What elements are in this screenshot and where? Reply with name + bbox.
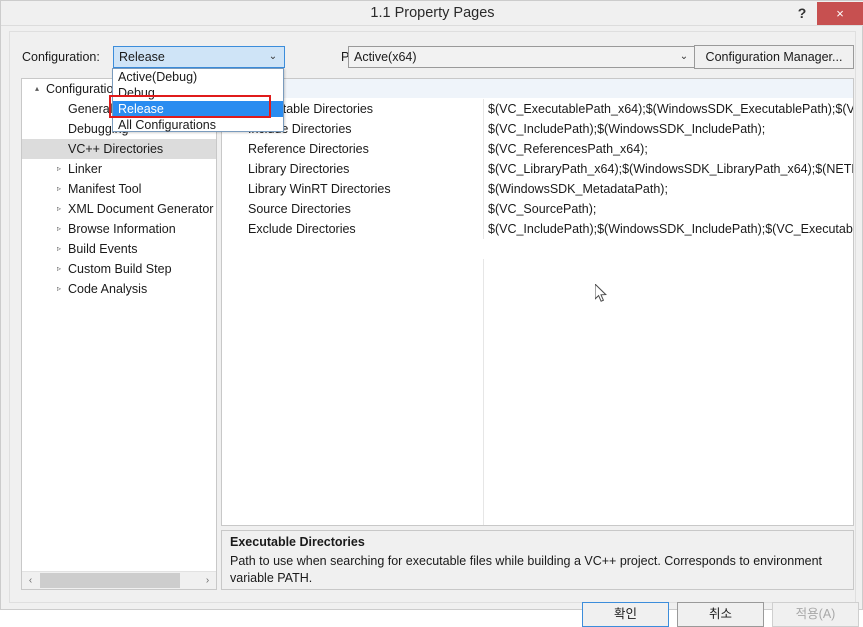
description-body: Path to use when searching for executabl… bbox=[230, 553, 842, 587]
sidebar-item-vc-directories[interactable]: VC++ Directories bbox=[22, 139, 216, 159]
grid-column-divider bbox=[483, 259, 484, 525]
sidebar-item-manifest-tool[interactable]: ▹Manifest Tool bbox=[22, 179, 216, 199]
close-icon[interactable]: × bbox=[817, 2, 863, 25]
sidebar-item-custom-build-step[interactable]: ▹Custom Build Step bbox=[22, 259, 216, 279]
column-divider bbox=[483, 219, 484, 239]
expander-icon[interactable]: ▴ bbox=[30, 79, 44, 99]
properties-tree[interactable]: ▴Configuration PropertiesGeneralDebuggin… bbox=[22, 79, 216, 571]
property-value[interactable]: $(VC_SourcePath); bbox=[488, 199, 853, 219]
expander-icon[interactable]: ▹ bbox=[52, 159, 66, 179]
tree-item-label: Code Analysis bbox=[68, 279, 147, 299]
dropdown-option-active-debug[interactable]: Active(Debug) bbox=[113, 69, 283, 85]
property-value[interactable]: $(VC_IncludePath);$(WindowsSDK_IncludePa… bbox=[488, 119, 853, 139]
dropdown-option-release[interactable]: Release bbox=[113, 101, 283, 117]
property-name: Reference Directories bbox=[248, 139, 483, 159]
table-row[interactable]: Executable Directories$(VC_ExecutablePat… bbox=[222, 99, 853, 119]
configuration-combobox[interactable]: Release ⌄ bbox=[113, 46, 285, 68]
property-name: Library WinRT Directories bbox=[248, 179, 483, 199]
expander-icon[interactable]: ▹ bbox=[52, 199, 66, 219]
tree-item-label: VC++ Directories bbox=[68, 139, 163, 159]
configuration-combobox-value: Release bbox=[119, 47, 264, 67]
scroll-right-icon[interactable]: › bbox=[199, 572, 216, 589]
scrollbar-thumb[interactable] bbox=[40, 573, 180, 588]
configuration-label: Configuration: bbox=[22, 46, 100, 68]
help-button[interactable]: ? bbox=[788, 1, 816, 26]
tree-item-label: Build Events bbox=[68, 239, 137, 259]
expander-icon[interactable]: ▹ bbox=[52, 279, 66, 299]
table-row[interactable]: Library WinRT Directories$(WindowsSDK_Me… bbox=[222, 179, 853, 199]
table-row[interactable]: Include Directories$(VC_IncludePath);$(W… bbox=[222, 119, 853, 139]
description-title: Executable Directories bbox=[230, 535, 365, 549]
chevron-down-icon[interactable]: ⌄ bbox=[677, 47, 691, 67]
chevron-down-icon[interactable]: ⌄ bbox=[266, 47, 280, 67]
property-name: Source Directories bbox=[248, 199, 483, 219]
tree-item-label: Linker bbox=[68, 159, 102, 179]
tree-item-label: Manifest Tool bbox=[68, 179, 141, 199]
property-value[interactable]: $(VC_ExecutablePath_x64);$(WindowsSDK_Ex… bbox=[488, 99, 853, 119]
column-divider bbox=[483, 179, 484, 199]
grid-empty-area bbox=[222, 259, 853, 525]
title-bar: 1.1 Property Pages ? × bbox=[1, 1, 863, 26]
column-divider bbox=[483, 159, 484, 179]
properties-tree-panel: ▴Configuration PropertiesGeneralDebuggin… bbox=[21, 78, 217, 590]
column-divider bbox=[483, 99, 484, 119]
column-divider bbox=[483, 119, 484, 139]
ok-button[interactable]: 확인 bbox=[582, 602, 669, 627]
column-divider bbox=[483, 139, 484, 159]
dropdown-option-debug[interactable]: Debug bbox=[113, 85, 283, 101]
tree-item-label: Browse Information bbox=[68, 219, 176, 239]
sidebar-item-code-analysis[interactable]: ▹Code Analysis bbox=[22, 279, 216, 299]
expander-icon[interactable]: ▹ bbox=[52, 239, 66, 259]
property-grid-panel: GeneralExecutable Directories$(VC_Execut… bbox=[221, 78, 854, 526]
tree-spacer-icon bbox=[52, 99, 66, 119]
tree-item-label: General bbox=[68, 99, 112, 119]
configuration-manager-button[interactable]: Configuration Manager... bbox=[694, 45, 854, 69]
page-title: 1.1 Property Pages bbox=[1, 1, 863, 26]
property-name: Library Directories bbox=[248, 159, 483, 179]
platform-combobox[interactable]: Active(x64) ⌄ bbox=[348, 46, 696, 68]
table-row[interactable]: Library Directories$(VC_LibraryPath_x64)… bbox=[222, 159, 853, 179]
sidebar-item-linker[interactable]: ▹Linker bbox=[22, 159, 216, 179]
dropdown-option-all-configurations[interactable]: All Configurations bbox=[113, 117, 283, 133]
configuration-dropdown-list[interactable]: Active(Debug)DebugReleaseAll Configurati… bbox=[112, 68, 284, 132]
tree-spacer-icon bbox=[52, 119, 66, 139]
sidebar-item-browse-information[interactable]: ▹Browse Information bbox=[22, 219, 216, 239]
table-row[interactable]: Exclude Directories$(VC_IncludePath);$(W… bbox=[222, 219, 853, 239]
tree-item-label: Custom Build Step bbox=[68, 259, 172, 279]
sidebar-item-xml-document-generator[interactable]: ▹XML Document Generator bbox=[22, 199, 216, 219]
expander-icon[interactable]: ▹ bbox=[52, 259, 66, 279]
table-row[interactable]: Reference Directories$(VC_ReferencesPath… bbox=[222, 139, 853, 159]
property-value[interactable]: $(WindowsSDK_MetadataPath); bbox=[488, 179, 853, 199]
table-row[interactable]: Source Directories$(VC_SourcePath); bbox=[222, 199, 853, 219]
property-value[interactable]: $(VC_LibraryPath_x64);$(WindowsSDK_Libra… bbox=[488, 159, 853, 179]
sidebar-item-build-events[interactable]: ▹Build Events bbox=[22, 239, 216, 259]
tree-spacer-icon bbox=[52, 139, 66, 159]
column-divider bbox=[483, 199, 484, 219]
tree-item-label: XML Document Generator bbox=[68, 199, 213, 219]
expander-icon[interactable]: ▹ bbox=[52, 179, 66, 199]
description-panel: Executable Directories Path to use when … bbox=[221, 530, 854, 590]
cancel-button[interactable]: 취소 bbox=[677, 602, 764, 627]
property-group-header: General bbox=[222, 79, 853, 99]
property-value[interactable]: $(VC_ReferencesPath_x64); bbox=[488, 139, 853, 159]
property-grid[interactable]: GeneralExecutable Directories$(VC_Execut… bbox=[222, 79, 853, 525]
tree-horizontal-scrollbar[interactable]: ‹ › bbox=[22, 571, 216, 589]
property-name: Exclude Directories bbox=[248, 219, 483, 239]
expander-icon[interactable]: ▹ bbox=[52, 219, 66, 239]
property-pages-dialog: 1.1 Property Pages ? × Configuration: Re… bbox=[0, 0, 863, 610]
apply-button: 적용(A) bbox=[772, 602, 859, 627]
property-value[interactable]: $(VC_IncludePath);$(WindowsSDK_IncludePa… bbox=[488, 219, 853, 239]
scroll-left-icon[interactable]: ‹ bbox=[22, 572, 39, 589]
platform-combobox-value: Active(x64) bbox=[354, 47, 675, 67]
